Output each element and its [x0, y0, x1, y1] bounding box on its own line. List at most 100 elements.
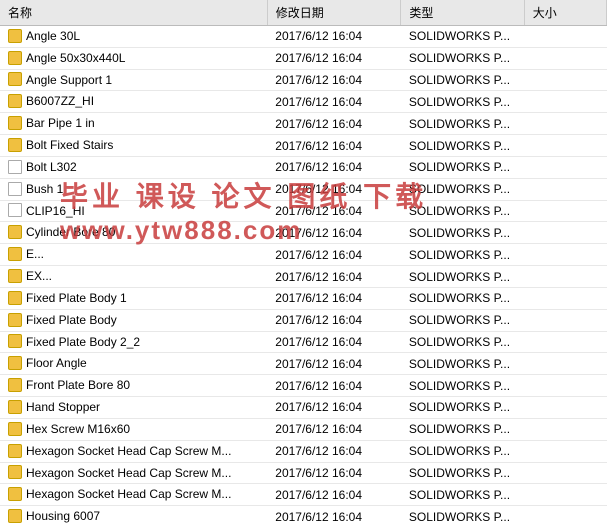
- file-name-text: Hexagon Socket Head Cap Screw M...: [26, 466, 231, 480]
- table-row[interactable]: Hexagon Socket Head Cap Screw M... 2017/6…: [0, 462, 607, 484]
- file-name-text: Bolt L302: [26, 160, 77, 174]
- yellow-file-icon: [8, 51, 22, 65]
- file-name-text: Hexagon Socket Head Cap Screw M...: [26, 444, 231, 458]
- file-table: 名称 修改日期 类型 大小 Angle 30L2017/6/12 16:04SO…: [0, 0, 607, 524]
- header-date[interactable]: 修改日期: [267, 0, 401, 26]
- file-date: 2017/6/12 16:04: [267, 244, 401, 266]
- table-row[interactable]: Hex Screw M16x602017/6/12 16:04SOLIDWORK…: [0, 418, 607, 440]
- header-type[interactable]: 类型: [401, 0, 524, 26]
- yellow-file-icon: [8, 29, 22, 43]
- file-name-text: Hexagon Socket Head Cap Screw M...: [26, 487, 231, 501]
- file-type: SOLIDWORKS P...: [401, 353, 524, 375]
- file-name-cell: Housing 6007: [0, 506, 267, 524]
- file-type: SOLIDWORKS P...: [401, 91, 524, 113]
- file-name-text: Hex Screw M16x60: [26, 422, 130, 436]
- table-row[interactable]: Housing 60072017/6/12 16:04SOLIDWORKS P.…: [0, 506, 607, 524]
- yellow-file-icon: [8, 400, 22, 414]
- yellow-file-icon: [8, 116, 22, 130]
- file-name-text: Angle 50x30x440L: [26, 51, 125, 65]
- file-size: [524, 506, 606, 524]
- header-name[interactable]: 名称: [0, 0, 267, 26]
- file-name-text: Angle Support 1: [26, 73, 112, 87]
- file-size: [524, 353, 606, 375]
- file-name-cell: Fixed Plate Body: [0, 309, 267, 331]
- yellow-file-icon: [8, 422, 22, 436]
- table-row[interactable]: Bolt L3022017/6/12 16:04SOLIDWORKS P...: [0, 156, 607, 178]
- file-name-cell: Angle 50x30x440L: [0, 47, 267, 69]
- yellow-file-icon: [8, 313, 22, 327]
- file-date: 2017/6/12 16:04: [267, 26, 401, 48]
- yellow-file-icon: [8, 356, 22, 370]
- table-row[interactable]: Hexagon Socket Head Cap Screw M... 2017/6…: [0, 484, 607, 506]
- file-type: SOLIDWORKS P...: [401, 440, 524, 462]
- file-size: [524, 462, 606, 484]
- file-size: [524, 156, 606, 178]
- file-date: 2017/6/12 16:04: [267, 397, 401, 419]
- table-row[interactable]: Cylinder Bore 802017/6/12 16:04SOLIDWORK…: [0, 222, 607, 244]
- table-row[interactable]: Fixed Plate Body 2_22017/6/12 16:04SOLID…: [0, 331, 607, 353]
- file-name-cell: Cylinder Bore 80: [0, 222, 267, 244]
- file-list: Angle 30L2017/6/12 16:04SOLIDWORKS P...A…: [0, 26, 607, 524]
- file-size: [524, 26, 606, 48]
- table-row[interactable]: Fixed Plate Body 12017/6/12 16:04SOLIDWO…: [0, 287, 607, 309]
- file-size: [524, 418, 606, 440]
- file-name-text: Fixed Plate Body: [26, 313, 117, 327]
- table-row[interactable]: Fixed Plate Body2017/6/12 16:04SOLIDWORK…: [0, 309, 607, 331]
- file-name-cell: Floor Angle: [0, 353, 267, 375]
- table-row[interactable]: Hand Stopper 2017/6/12 16:04SOLIDWORKS P.…: [0, 397, 607, 419]
- table-row[interactable]: Bar Pipe 1 in2017/6/12 16:04SOLIDWORKS P…: [0, 113, 607, 135]
- file-name-text: Hand Stopper: [26, 400, 100, 414]
- file-size: [524, 244, 606, 266]
- file-date: 2017/6/12 16:04: [267, 135, 401, 157]
- file-date: 2017/6/12 16:04: [267, 484, 401, 506]
- table-row[interactable]: Angle 30L2017/6/12 16:04SOLIDWORKS P...: [0, 26, 607, 48]
- file-date: 2017/6/12 16:04: [267, 69, 401, 91]
- yellow-file-icon: [8, 94, 22, 108]
- yellow-file-icon: [8, 465, 22, 479]
- file-name-cell: Hexagon Socket Head Cap Screw M...: [0, 462, 267, 484]
- file-type: SOLIDWORKS P...: [401, 462, 524, 484]
- file-name-text: Floor Angle: [26, 356, 87, 370]
- table-row[interactable]: Bush 12017/6/12 16:04SOLIDWORKS P...: [0, 178, 607, 200]
- file-date: 2017/6/12 16:04: [267, 91, 401, 113]
- table-row[interactable]: CLIP16_HI2017/6/12 16:04SOLIDWORKS P...: [0, 200, 607, 222]
- file-name-cell: B6007ZZ_HI: [0, 91, 267, 113]
- file-type: SOLIDWORKS P...: [401, 397, 524, 419]
- table-row[interactable]: Hexagon Socket Head Cap Screw M...2017/6…: [0, 440, 607, 462]
- file-name-cell: Bar Pipe 1 in: [0, 113, 267, 135]
- file-date: 2017/6/12 16:04: [267, 222, 401, 244]
- file-size: [524, 91, 606, 113]
- file-name-cell: CLIP16_HI: [0, 200, 267, 222]
- file-name-cell: Angle 30L: [0, 26, 267, 48]
- yellow-file-icon: [8, 378, 22, 392]
- yellow-file-icon: [8, 334, 22, 348]
- file-name-cell: Angle Support 1: [0, 69, 267, 91]
- file-size: [524, 178, 606, 200]
- table-wrapper[interactable]: 名称 修改日期 类型 大小 Angle 30L2017/6/12 16:04SO…: [0, 0, 607, 524]
- file-name-text: Bolt Fixed Stairs: [26, 138, 113, 152]
- yellow-file-icon: [8, 138, 22, 152]
- table-row[interactable]: Floor Angle2017/6/12 16:04SOLIDWORKS P..…: [0, 353, 607, 375]
- table-row[interactable]: EX...2017/6/12 16:04SOLIDWORKS P...: [0, 266, 607, 288]
- header-extra[interactable]: 大小: [524, 0, 606, 26]
- yellow-file-icon: [8, 225, 22, 239]
- table-row[interactable]: E...2017/6/12 16:04SOLIDWORKS P...: [0, 244, 607, 266]
- file-name-text: Angle 30L: [26, 29, 80, 43]
- file-name-text: Bar Pipe 1 in: [26, 116, 95, 130]
- table-row[interactable]: Angle 50x30x440L2017/6/12 16:04SOLIDWORK…: [0, 47, 607, 69]
- file-type: SOLIDWORKS P...: [401, 47, 524, 69]
- file-date: 2017/6/12 16:04: [267, 506, 401, 524]
- file-type: SOLIDWORKS P...: [401, 200, 524, 222]
- file-name-text: EX...: [26, 269, 52, 283]
- file-date: 2017/6/12 16:04: [267, 462, 401, 484]
- table-row[interactable]: B6007ZZ_HI2017/6/12 16:04SOLIDWORKS P...: [0, 91, 607, 113]
- file-type: SOLIDWORKS P...: [401, 287, 524, 309]
- file-name-cell: Bolt L302: [0, 156, 267, 178]
- file-size: [524, 135, 606, 157]
- file-name-text: Cylinder Bore 80: [26, 225, 115, 239]
- table-row[interactable]: Front Plate Bore 802017/6/12 16:04SOLIDW…: [0, 375, 607, 397]
- table-row[interactable]: Angle Support 12017/6/12 16:04SOLIDWORKS…: [0, 69, 607, 91]
- table-row[interactable]: Bolt Fixed Stairs2017/6/12 16:04SOLIDWOR…: [0, 135, 607, 157]
- file-name-text: Front Plate Bore 80: [26, 378, 130, 392]
- yellow-file-icon: [8, 72, 22, 86]
